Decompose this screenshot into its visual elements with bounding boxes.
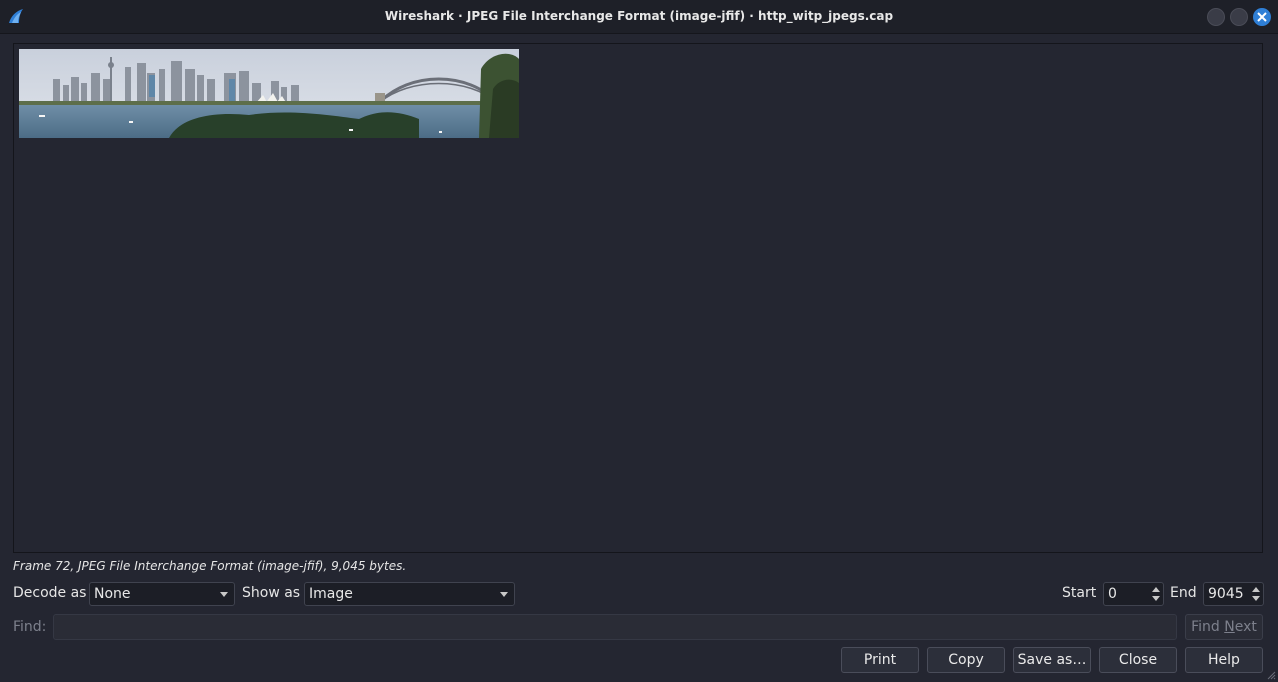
resize-grip-icon[interactable] <box>1266 670 1276 680</box>
end-value: 9045 <box>1208 586 1244 602</box>
spin-up-icon[interactable] <box>1152 587 1160 592</box>
close-window-button[interactable] <box>1253 8 1271 26</box>
print-button[interactable]: Print <box>841 647 919 673</box>
find-next-label-prefix: Find <box>1191 619 1225 635</box>
find-label: Find: <box>13 619 47 635</box>
start-label: Start <box>1062 585 1097 601</box>
copy-button[interactable]: Copy <box>927 647 1005 673</box>
find-next-label-hotkey: N <box>1224 619 1235 635</box>
spin-up-icon[interactable] <box>1252 587 1260 592</box>
end-label: End <box>1170 585 1197 601</box>
frame-info-text: Frame 72, JPEG File Interchange Format (… <box>13 559 407 573</box>
show-as-label: Show as <box>242 585 301 601</box>
show-as-value: Image <box>309 586 353 602</box>
sydney-harbour-photo <box>19 49 519 138</box>
decode-as-value: None <box>94 586 131 602</box>
maximize-button[interactable] <box>1230 8 1248 26</box>
spin-down-icon[interactable] <box>1252 596 1260 601</box>
show-as-select[interactable]: Image <box>304 582 515 606</box>
minimize-button[interactable] <box>1207 8 1225 26</box>
decode-as-label: Decode as <box>13 585 87 601</box>
spin-down-icon[interactable] <box>1152 596 1160 601</box>
end-spinbox[interactable]: 9045 <box>1203 582 1264 606</box>
image-viewer[interactable] <box>13 43 1263 553</box>
close-button[interactable]: Close <box>1099 647 1177 673</box>
close-icon <box>1257 12 1267 22</box>
find-input[interactable] <box>53 614 1177 640</box>
window-title: Wireshark · JPEG File Interchange Format… <box>384 9 894 23</box>
chevron-down-icon <box>500 592 508 597</box>
decode-as-select[interactable]: None <box>89 582 235 606</box>
title-bar: Wireshark · JPEG File Interchange Format… <box>0 0 1278 34</box>
save-as-button[interactable]: Save as… <box>1013 647 1091 673</box>
dialog-window: Wireshark · JPEG File Interchange Format… <box>0 0 1278 682</box>
chevron-down-icon <box>220 592 228 597</box>
find-next-label-suffix: ext <box>1234 619 1257 635</box>
help-button[interactable]: Help <box>1185 647 1263 673</box>
start-spinbox[interactable]: 0 <box>1103 582 1164 606</box>
start-value: 0 <box>1108 586 1117 602</box>
find-next-button[interactable]: Find Next <box>1185 614 1263 640</box>
